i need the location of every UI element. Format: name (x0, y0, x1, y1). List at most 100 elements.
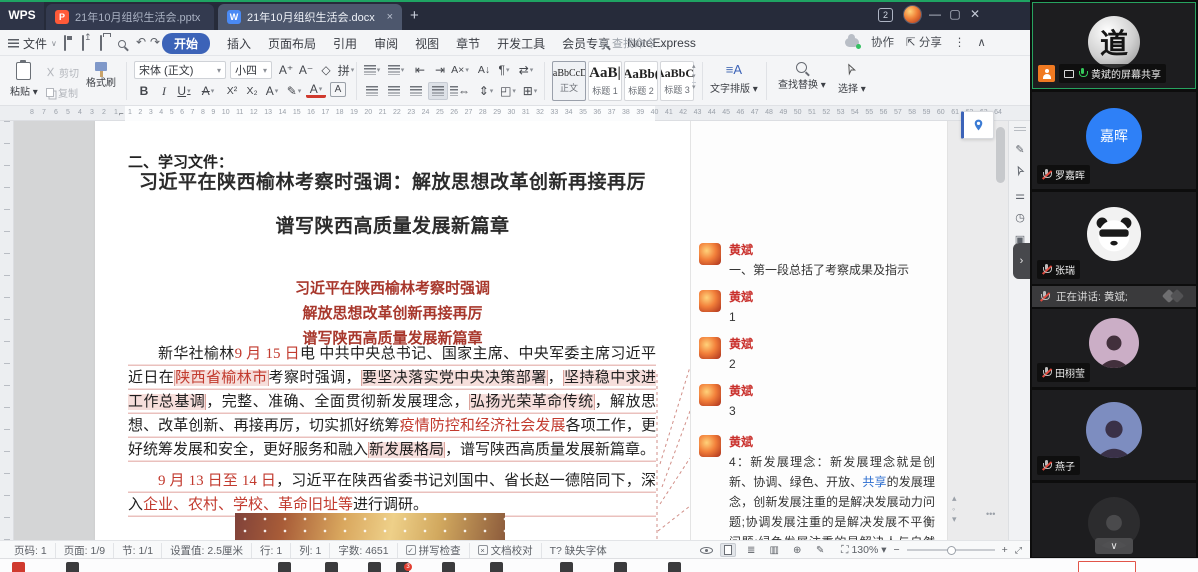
two-page-view-button[interactable]: ▥ (766, 543, 782, 557)
align-right-button[interactable] (406, 82, 426, 100)
menu-tab-审阅[interactable]: 审阅 (374, 35, 398, 52)
menu-tab-开发工具[interactable]: 开发工具 (497, 35, 545, 52)
paste-button[interactable]: 粘贴 ▾ (10, 60, 38, 98)
align-center-button[interactable] (384, 82, 404, 100)
collaborate-button[interactable]: 协作 (871, 34, 894, 50)
text-direction-button[interactable]: ⇄ ▾ (516, 61, 536, 79)
align-left-button[interactable] (362, 82, 382, 100)
highlight-color-button[interactable]: ✎ ▾ (284, 82, 304, 100)
user-avatar[interactable] (903, 5, 922, 24)
character-border-button[interactable]: A (330, 82, 346, 97)
minimize-button[interactable]: — (926, 7, 944, 21)
quick-save-button[interactable] (64, 35, 66, 51)
pinyin-guide-button[interactable]: 拼 ▾ (336, 61, 356, 79)
distribute-button[interactable]: ⇔ (450, 82, 470, 100)
pen-annotate-button[interactable]: ✎ (812, 543, 828, 557)
fullscreen-button[interactable]: ⤢ (1015, 545, 1022, 556)
tab-pptx[interactable]: P 21年10月组织生活会.pptx (46, 4, 214, 30)
menu-tab-章节[interactable]: 章节 (456, 35, 480, 52)
window-count-badge[interactable]: 2 (878, 8, 893, 22)
status-item[interactable]: 页面: 1/9 (56, 542, 115, 558)
subscript-button[interactable]: X₂ (242, 82, 262, 100)
file-menu[interactable]: 文件 ∨ (8, 35, 57, 52)
position-pin-button[interactable] (961, 111, 994, 139)
taskbar-app-icon[interactable] (442, 562, 455, 572)
decrease-font-button[interactable]: A⁻ (296, 61, 316, 79)
taskbar-flashing-app[interactable] (1078, 561, 1136, 572)
cloud-sync-icon[interactable] (845, 33, 861, 49)
outline-view-button[interactable]: ≣ (743, 543, 759, 557)
taskbar-app-icon[interactable] (66, 562, 79, 572)
select-button[interactable]: 选择 ▾ (838, 62, 866, 95)
line-spacing-button[interactable]: ⇕ ▾ (476, 82, 496, 100)
borders-button[interactable]: ⊞ ▾ (520, 82, 540, 100)
text-layout-button[interactable]: ≡A 文字排版 ▾ (710, 62, 758, 95)
wps-logo[interactable]: WPS (0, 0, 44, 30)
justify-button[interactable] (428, 82, 448, 100)
increase-font-button[interactable]: A⁺ (276, 61, 296, 79)
taskbar-app-icon[interactable]: 3 (396, 562, 412, 572)
bold-button[interactable]: B (134, 82, 154, 100)
zoom-slider[interactable] (906, 545, 995, 555)
web-view-button[interactable]: ⊕ (789, 543, 805, 557)
status-item[interactable]: 行: 1 (252, 542, 292, 558)
collapse-panel-button[interactable]: ∨ (1095, 538, 1133, 554)
menu-tab-引用[interactable]: 引用 (333, 35, 357, 52)
menu-tab-页面布局[interactable]: 页面布局 (268, 35, 316, 52)
style-正文[interactable]: AaBbCcDd正文 (552, 61, 586, 101)
style-标题 1[interactable]: AaB| 标题 1 (588, 61, 622, 101)
vertical-scrollbar[interactable] (996, 127, 1005, 183)
taskbar-app-icon[interactable] (278, 562, 291, 572)
comment-card-2[interactable]: 黄斌 1 (699, 290, 939, 327)
quick-export-button[interactable] (82, 35, 84, 51)
menu-tab-开始[interactable]: 开始 (162, 32, 211, 54)
vertical-ruler[interactable] (0, 121, 14, 540)
zoom-slider-thumb[interactable] (946, 545, 956, 555)
font-name-select[interactable]: 宋体 (正文) ▾ (134, 61, 226, 79)
close-button[interactable]: ✕ (966, 7, 984, 21)
text-effects-button[interactable]: A ▾ (262, 82, 282, 100)
taskbar-app-icon[interactable] (614, 562, 627, 572)
superscript-button[interactable]: X² (222, 82, 242, 100)
participant-tile-zhangrui[interactable]: 张瑞 (1032, 192, 1196, 284)
comment-card-1[interactable]: 黄斌 一、第一段总括了考察成果及指示 (699, 243, 939, 280)
proofread-toggle[interactable]: × 文档校对 (470, 542, 542, 558)
new-tab-button[interactable]: + (410, 6, 419, 26)
format-painter-button[interactable]: 格式刷 (86, 62, 116, 89)
zoom-level[interactable]: ⛶ 130% ▾ (841, 544, 886, 557)
settings-sliders-icon[interactable]: ⚌ (1009, 189, 1030, 202)
italic-button[interactable]: I (154, 82, 174, 100)
menu-tab-视图[interactable]: 视图 (415, 35, 439, 52)
char-scale-button[interactable]: A× ▾ (450, 61, 470, 79)
page-view-button[interactable] (720, 543, 737, 557)
select-tool-icon[interactable] (1009, 165, 1030, 180)
paragraph-mark-button[interactable]: ¶ ▾ (494, 61, 514, 79)
styles-scroll-buttons[interactable]: ▴ ▾ ▾ (692, 62, 696, 91)
command-search[interactable]: 查找命令... (600, 35, 665, 51)
taskbar-app-icon[interactable] (325, 562, 338, 572)
zoom-out-button[interactable]: − (894, 544, 900, 556)
decrease-indent-button[interactable]: ⇤ (410, 61, 430, 79)
status-item[interactable]: 列: 1 (291, 542, 331, 558)
sort-button[interactable]: A↓ (474, 61, 494, 79)
expand-panel-tab[interactable]: › (1013, 243, 1030, 279)
style-标题 2[interactable]: AaBb(标题 2 (624, 61, 658, 101)
horizontal-ruler[interactable]: ⌐ 87654321 1 2 3 4 5 6 7 8 9 10 11 12 13 14 15 16 17 18 19… (0, 106, 1030, 121)
taskbar-app-icon[interactable] (368, 562, 381, 572)
find-replace-button[interactable]: 查找替换 ▾ (778, 62, 826, 91)
participant-tile-yanzi[interactable]: 燕子 (1032, 390, 1196, 480)
zoom-in-button[interactable]: + (1002, 544, 1008, 556)
share-button[interactable]: ⇱ 分享 (906, 34, 942, 50)
comment-card-3[interactable]: 黄斌 2 (699, 337, 939, 374)
maximize-button[interactable]: ▢ (946, 7, 964, 21)
status-item[interactable]: 设置值: 2.5厘米 (162, 542, 252, 558)
scroll-arrows[interactable]: ▴ ◦ ▾ (952, 493, 958, 525)
number-list-button[interactable]: ▾ (386, 61, 406, 79)
missing-font-indicator[interactable]: T? 缺失字体 (542, 543, 615, 558)
status-item[interactable]: 字数: 4651 (330, 542, 398, 558)
cut-button[interactable]: 剪切 (46, 65, 79, 80)
participant-tile-tianxuying[interactable]: 田栩莹 (1032, 309, 1196, 387)
redo-button[interactable]: ↷ (150, 35, 160, 49)
font-size-select[interactable]: 小四 ▾ (230, 61, 272, 79)
more-options-dots[interactable]: ••• (986, 509, 995, 519)
